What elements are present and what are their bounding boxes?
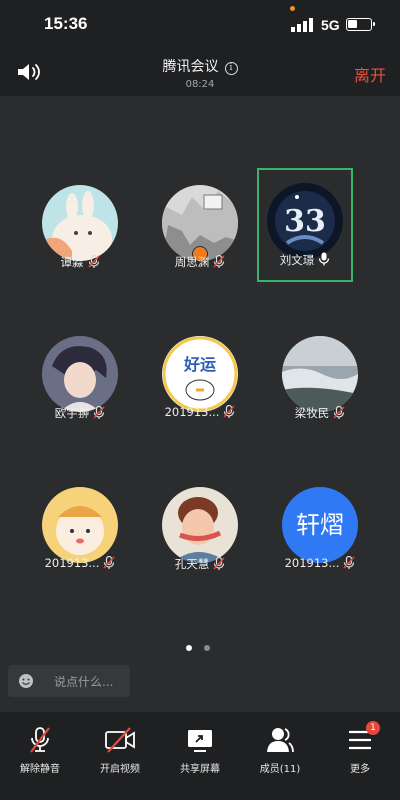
start-video-label: 开启视频 — [100, 764, 140, 775]
page-dot — [204, 645, 210, 651]
mic-muted-icon — [103, 555, 115, 572]
avatar — [162, 487, 238, 563]
chat-placeholder: 说点什么... — [54, 675, 114, 689]
participant-tile[interactable]: 好运 201913... — [140, 321, 260, 431]
participant-name-row: 孔天慧 — [140, 556, 260, 573]
participant-tile[interactable]: 201913... — [20, 472, 140, 582]
avatar — [282, 336, 358, 412]
avatar-initials: 轩熠 — [282, 487, 358, 563]
avatar — [42, 487, 118, 563]
participant-tile[interactable]: 轩熠 201913... — [260, 472, 380, 582]
more-button[interactable]: 1 更多 — [320, 721, 400, 775]
members-label: 成员(11) — [259, 764, 301, 775]
members-icon — [267, 728, 294, 753]
status-time: 15:36 — [44, 14, 88, 33]
participant-tile[interactable]: 欧宇翀 — [20, 321, 140, 431]
leave-button[interactable]: 离开 — [354, 62, 386, 86]
battery-icon — [346, 18, 375, 31]
share-screen-button[interactable]: 共享屏幕 — [160, 726, 240, 775]
meeting-duration: 08:24 — [185, 79, 215, 90]
participant-name-row: 201913... — [20, 555, 140, 572]
notification-badge: 1 — [366, 721, 380, 735]
participant-tile[interactable]: 谭淼 — [20, 170, 140, 280]
mic-muted-icon — [213, 556, 225, 573]
svg-text:33: 33 — [284, 204, 326, 239]
bottom-toolbar: 解除静音 开启视频 共享屏幕 成员(11) 1 更多 — [0, 712, 400, 800]
mic-muted-icon — [213, 254, 225, 271]
avatar — [42, 336, 118, 412]
mic-muted-icon — [343, 555, 355, 572]
info-icon[interactable]: i — [224, 62, 238, 75]
meeting-title-block: 腾讯会议 i 08:24 — [0, 56, 400, 90]
participant-tile[interactable]: 周思渊 — [140, 170, 260, 280]
start-video-button[interactable]: 开启视频 — [80, 726, 160, 775]
participant-name: 刘文璟 — [279, 253, 315, 267]
participant-name-row: 欧宇翀 — [20, 405, 140, 422]
members-button[interactable]: 成员(11) — [240, 726, 320, 775]
participant-tile[interactable]: 梁牧民 — [260, 321, 380, 431]
meeting-title[interactable]: 腾讯会议 — [163, 59, 219, 75]
participant-name-row: 谭淼 — [20, 254, 140, 271]
avatar: 33 — [267, 183, 343, 259]
unmute-button[interactable]: 解除静音 — [0, 726, 80, 775]
participant-tile[interactable]: 孔天慧 — [140, 472, 260, 582]
participant-name: 周思渊 — [174, 255, 210, 269]
participant-name: 201913... — [284, 556, 340, 570]
participant-name: 谭淼 — [60, 255, 84, 269]
participant-name: 孔天慧 — [174, 557, 210, 571]
page-indicator[interactable] — [186, 645, 216, 653]
participant-name-row: 周思渊 — [140, 254, 260, 271]
mic-on-icon — [318, 252, 330, 269]
participant-name-row: 梁牧民 — [260, 405, 380, 422]
participant-name: 梁牧民 — [294, 406, 330, 420]
mic-muted-icon — [333, 405, 345, 422]
mic-muted-icon — [93, 405, 105, 422]
participant-name-row: 刘文璟 — [259, 252, 351, 269]
avatar-initials-text: 轩熠 — [296, 511, 344, 539]
meeting-header: 腾讯会议 i 08:24 离开 — [0, 48, 400, 96]
status-bar: 15:36 5G — [0, 0, 400, 48]
participant-name-row: 201913... — [140, 404, 260, 421]
participant-name: 201913... — [44, 556, 100, 570]
participant-name: 欧宇翀 — [54, 406, 90, 420]
chat-input[interactable]: 说点什么... — [8, 665, 130, 697]
share-screen-icon — [188, 730, 212, 752]
svg-text:好运: 好运 — [183, 355, 216, 374]
participant-name: 201913... — [164, 405, 220, 419]
mic-muted-icon — [223, 404, 235, 421]
page-dot-active — [186, 645, 192, 651]
privacy-indicator-dot — [290, 6, 295, 11]
signal-icon — [291, 18, 313, 32]
avatar — [42, 185, 118, 261]
participant-grid: 谭淼 周思渊 33 刘文璟 欧宇翀 好运 201913... 梁牧民 20191… — [0, 96, 400, 656]
more-label: 更多 — [350, 764, 370, 775]
mic-muted-icon — [30, 727, 50, 753]
share-screen-label: 共享屏幕 — [180, 764, 220, 775]
participant-tile-active-speaker[interactable]: 33 刘文璟 — [257, 168, 353, 282]
network-type: 5G — [321, 17, 340, 33]
participant-name-row: 201913... — [260, 555, 380, 572]
video-off-icon — [105, 727, 135, 753]
avatar: 好运 — [162, 336, 238, 412]
emoji-icon[interactable] — [18, 673, 34, 689]
unmute-label: 解除静音 — [20, 764, 60, 775]
mic-muted-icon — [87, 254, 100, 271]
